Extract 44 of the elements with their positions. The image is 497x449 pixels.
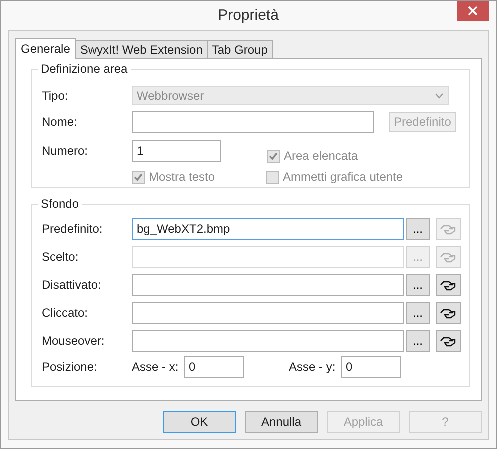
dialog-button[interactable]: Annulla bbox=[245, 411, 318, 433]
field-label: Asse - x: bbox=[132, 360, 180, 374]
pick-button[interactable] bbox=[436, 330, 461, 352]
field-label: Tipo: bbox=[42, 88, 70, 102]
field-label: Numero: bbox=[42, 144, 90, 158]
hand-icon bbox=[440, 336, 457, 346]
field-label: Scelto: bbox=[42, 250, 80, 264]
position-field[interactable]: 0 bbox=[341, 356, 401, 378]
window-title: Proprietà bbox=[218, 7, 279, 24]
number-field[interactable]: 1 bbox=[132, 140, 221, 162]
field-label: Disattivato: bbox=[42, 278, 102, 292]
pick-button[interactable] bbox=[436, 274, 461, 296]
name-field[interactable] bbox=[132, 111, 374, 133]
group-title: Sfondo bbox=[38, 197, 82, 211]
file-field[interactable] bbox=[132, 330, 404, 352]
field-label: Cliccato: bbox=[42, 306, 90, 320]
field-label: Posizione: bbox=[42, 360, 98, 374]
tab[interactable]: SwyxIt! Web Extension bbox=[75, 40, 208, 58]
field-label: Mouseover: bbox=[42, 334, 106, 348]
browse-button[interactable]: ... bbox=[406, 302, 430, 324]
close-button[interactable] bbox=[457, 1, 489, 21]
pick-button[interactable] bbox=[436, 302, 461, 324]
check-icon bbox=[133, 172, 144, 182]
browse-button[interactable]: ... bbox=[406, 330, 430, 352]
hand-icon bbox=[440, 224, 457, 234]
close-icon bbox=[468, 6, 478, 16]
chevron-down-icon bbox=[435, 92, 444, 98]
tab[interactable]: Tab Group bbox=[206, 40, 273, 58]
hand-icon bbox=[440, 252, 457, 262]
hand-icon bbox=[440, 280, 457, 290]
field-label: Asse - y: bbox=[289, 360, 337, 374]
browse-button[interactable]: ... bbox=[406, 274, 430, 296]
position-field[interactable]: 0 bbox=[184, 356, 244, 378]
dialog-button[interactable]: OK bbox=[163, 411, 236, 433]
check-icon bbox=[268, 150, 279, 162]
field-label: Predefinito: bbox=[42, 222, 104, 236]
hand-icon bbox=[440, 308, 457, 318]
browse-button[interactable]: ... bbox=[406, 218, 430, 240]
file-field[interactable] bbox=[132, 274, 404, 296]
tab[interactable]: Generale bbox=[15, 38, 76, 59]
file-field[interactable]: bg_WebXT2.bmp bbox=[132, 218, 404, 240]
group-title: Definizione area bbox=[38, 62, 131, 76]
file-field[interactable] bbox=[132, 302, 404, 324]
field-label: Nome: bbox=[42, 115, 78, 129]
